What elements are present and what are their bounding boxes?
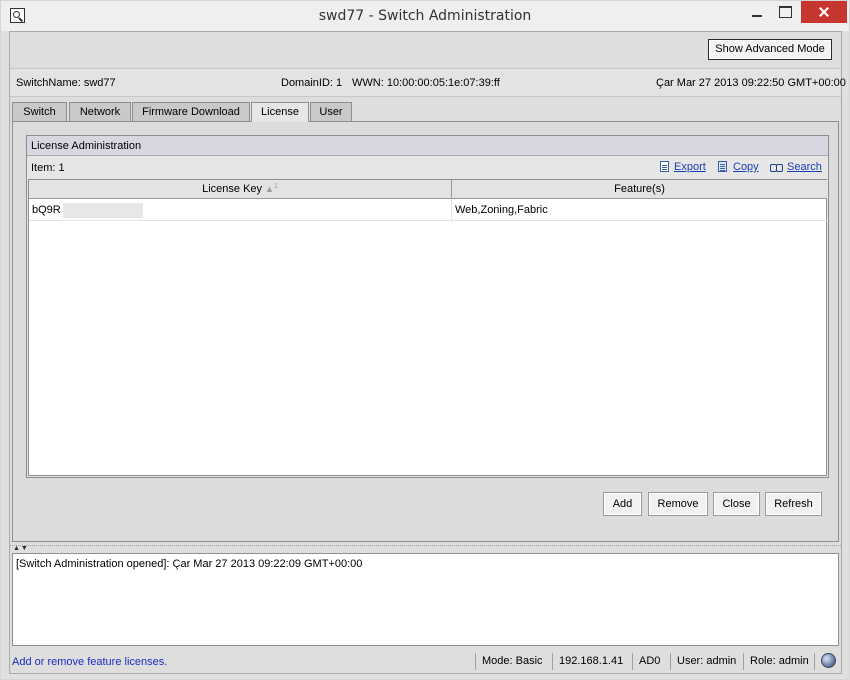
switch-info-bar: SwitchName: swd77 DomainID: 1 WWN: 10:00… xyxy=(10,68,846,97)
tab-firmware-download[interactable]: Firmware Download xyxy=(132,102,250,121)
add-button[interactable]: Add xyxy=(603,492,642,516)
column-features[interactable]: Feature(s) xyxy=(452,180,827,199)
export-link[interactable]: Export xyxy=(674,161,706,173)
switch-admin-window: swd77 - Switch Administration Show Advan… xyxy=(0,0,850,680)
client-area: Show Advanced Mode SwitchName: swd77 Dom… xyxy=(9,31,846,674)
search-icon[interactable] xyxy=(770,161,783,172)
close-button[interactable]: Close xyxy=(713,492,760,516)
close-icon[interactable] xyxy=(801,1,847,23)
tab-user[interactable]: User xyxy=(310,102,352,121)
column-license-key-label: License Key xyxy=(202,183,263,195)
status-user: User: admin xyxy=(670,653,736,670)
maximize-icon[interactable] xyxy=(771,1,799,23)
status-ip: 192.168.1.41 xyxy=(552,653,623,670)
license-key-cell: bQ9R xyxy=(32,204,61,216)
switch-name-label: SwitchName: swd77 xyxy=(16,77,116,89)
sort-ascending-icon: ▲ xyxy=(265,184,274,194)
copy-icon[interactable] xyxy=(718,161,727,172)
tab-network[interactable]: Network xyxy=(69,102,131,121)
tab-switch[interactable]: Switch xyxy=(12,102,67,121)
sort-order-number: 1 xyxy=(273,183,278,190)
splitter-arrows-icon[interactable]: ▲▼ xyxy=(13,545,29,552)
status-mode: Mode: Basic xyxy=(475,653,543,670)
refresh-button[interactable]: Refresh xyxy=(765,492,822,516)
log-line: [Switch Administration opened]: Çar Mar … xyxy=(16,558,363,570)
window-title: swd77 - Switch Administration xyxy=(318,8,532,24)
tab-license[interactable]: License xyxy=(251,102,309,122)
copy-link[interactable]: Copy xyxy=(733,161,759,173)
status-message: Add or remove feature licenses. xyxy=(12,656,168,668)
remove-button[interactable]: Remove xyxy=(648,492,708,516)
event-log[interactable]: [Switch Administration opened]: Çar Mar … xyxy=(12,553,839,646)
search-link[interactable]: Search xyxy=(787,161,822,173)
panel-title: License Administration xyxy=(27,136,828,156)
globe-icon[interactable] xyxy=(821,653,836,668)
datetime-label: Çar Mar 27 2013 09:22:50 GMT+00:00 xyxy=(656,77,846,89)
column-license-key[interactable]: License Key ▲1 xyxy=(29,180,452,199)
show-advanced-mode-button[interactable]: Show Advanced Mode xyxy=(708,39,832,60)
redacted-key xyxy=(62,202,143,218)
export-icon[interactable] xyxy=(660,161,669,172)
license-tab-panel: License Administration Item: 1 Export Co… xyxy=(12,121,839,542)
table-row[interactable]: bQ9R xyxy=(29,200,452,221)
status-role: Role: admin xyxy=(743,653,809,670)
license-admin-panel: License Administration Item: 1 Export Co… xyxy=(26,135,829,478)
features-cell[interactable]: Web,Zoning,Fabric xyxy=(452,200,827,221)
license-table: License Key ▲1 Feature(s) bQ9R Web,Zoning… xyxy=(28,179,827,476)
minimize-icon[interactable] xyxy=(743,1,771,23)
title-bar: swd77 - Switch Administration xyxy=(1,1,849,31)
status-ad: AD0 xyxy=(632,653,660,670)
license-toolbar: Item: 1 Export Copy Search xyxy=(27,157,828,178)
wwn-label: WWN: 10:00:00:05:1e:07:39:ff xyxy=(352,77,500,89)
log-splitter[interactable]: ▲▼ xyxy=(10,545,841,552)
status-bar: Add or remove feature licenses. Mode: Ba… xyxy=(10,650,841,673)
item-count: Item: 1 xyxy=(31,162,65,174)
domain-id-label: DomainID: 1 xyxy=(281,77,343,89)
